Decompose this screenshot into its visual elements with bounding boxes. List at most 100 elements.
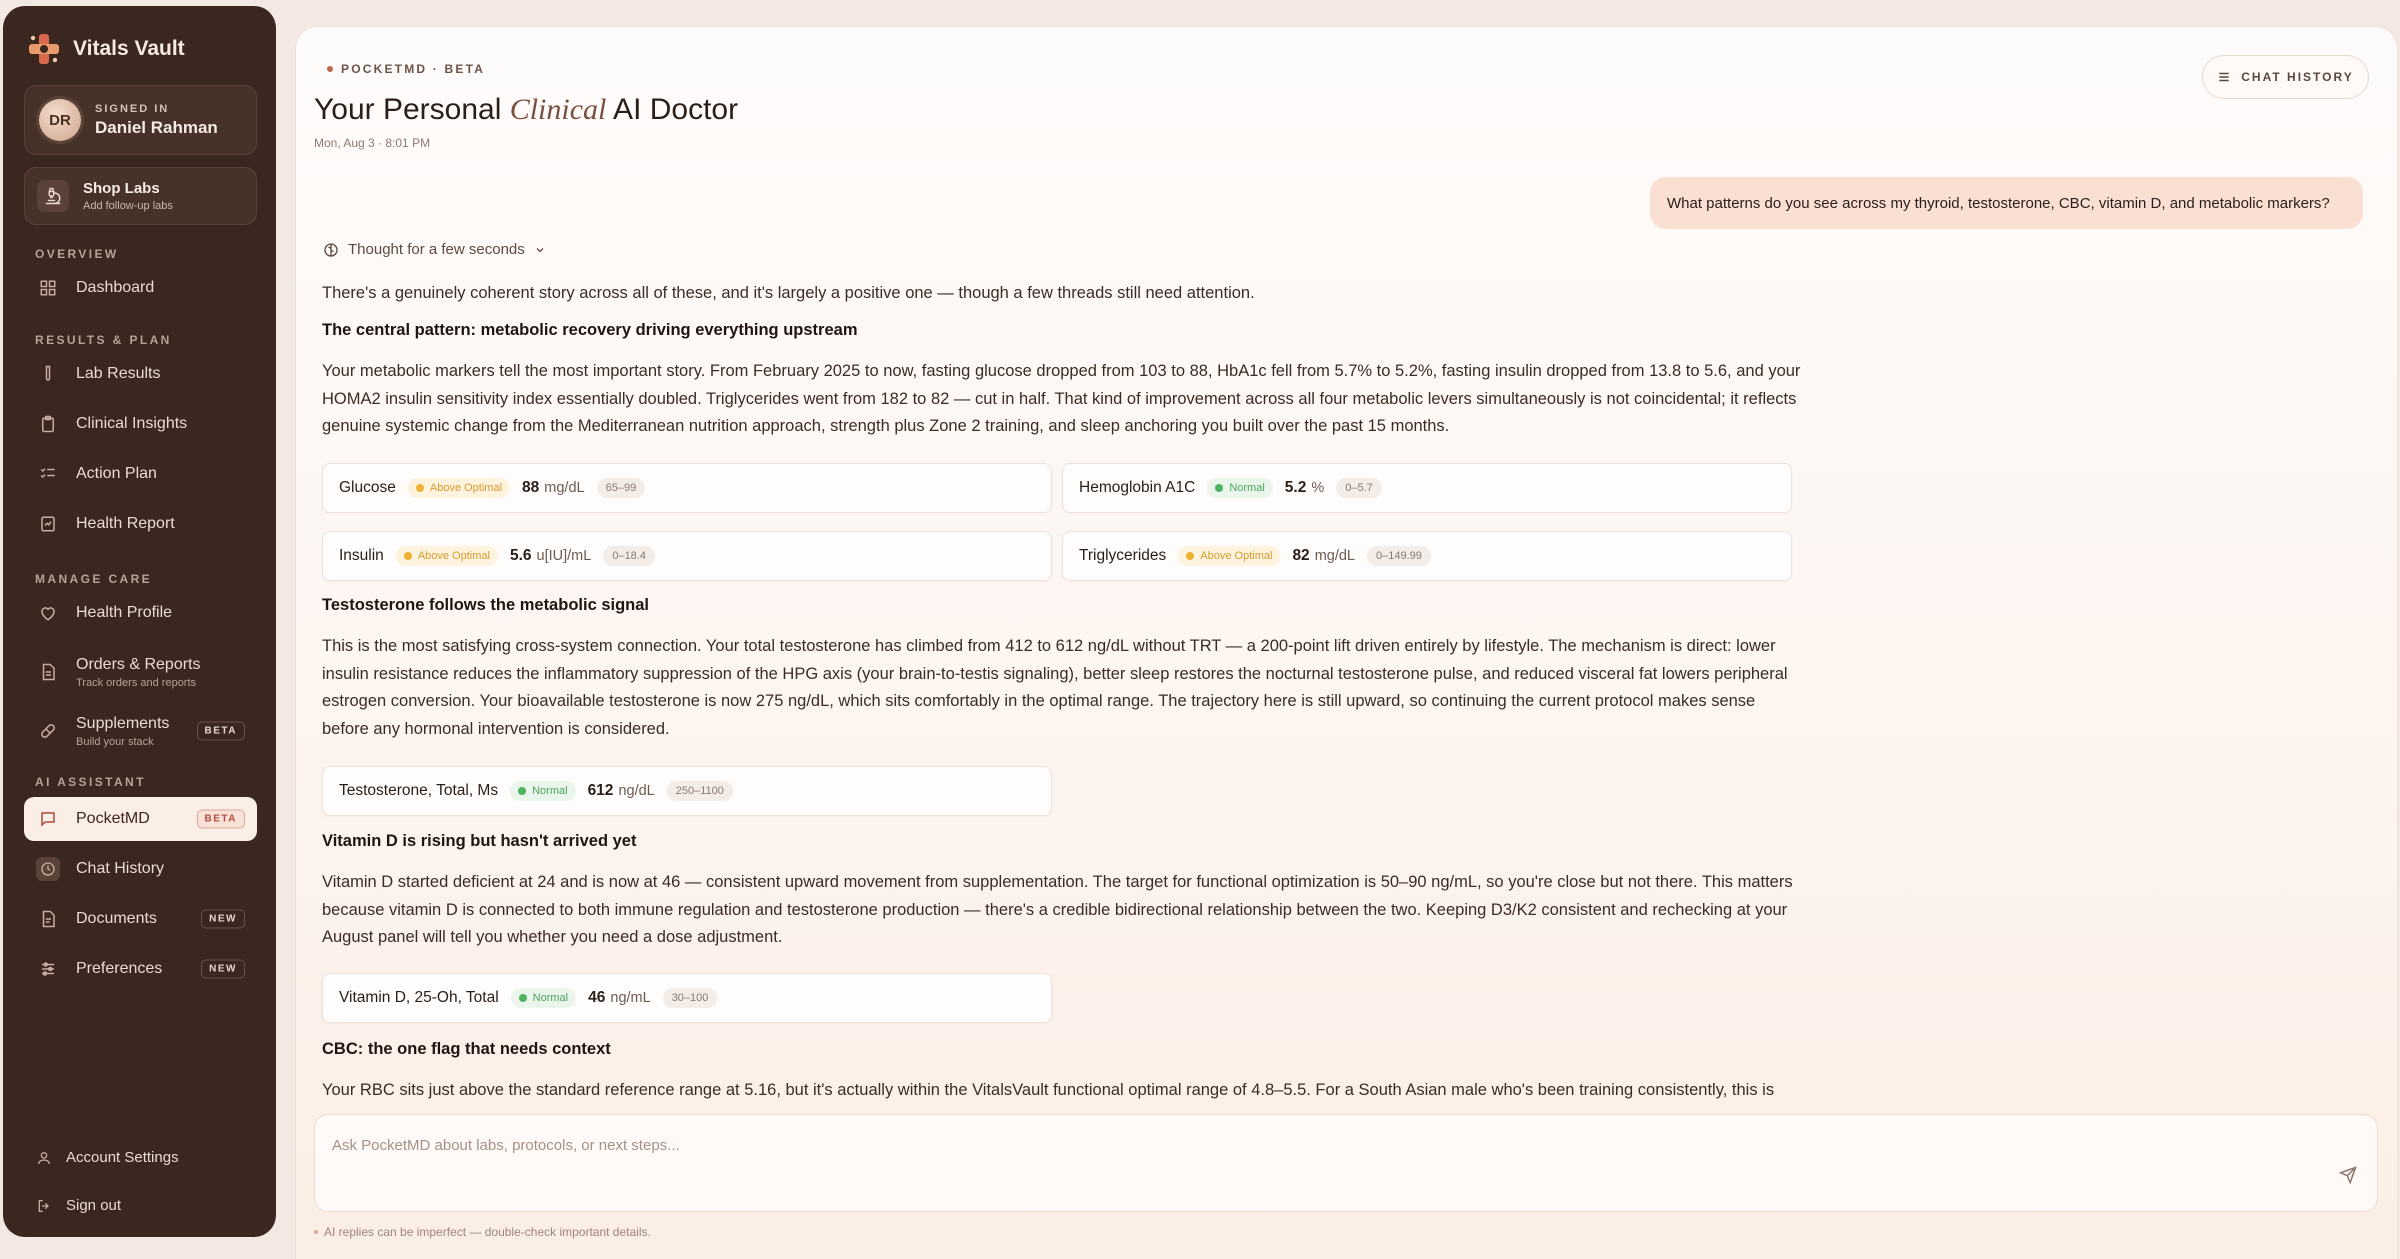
lab-range: 65–99 — [596, 478, 646, 498]
lab-unit: ng/mL — [610, 990, 651, 1006]
section-ai-assistant: AI ASSISTANT — [35, 775, 146, 789]
pill-icon — [36, 719, 60, 743]
chat-bubble-icon — [36, 807, 60, 831]
sidebar-item-label: Supplements — [76, 714, 170, 732]
lab-name: Testosterone, Total, Ms — [339, 782, 499, 799]
status-badge: Normal — [510, 781, 576, 801]
lab-range: 250–1100 — [666, 781, 733, 801]
kicker-dot — [327, 66, 333, 72]
sidebar-item-supplements[interactable]: Supplements Build your stack BETA — [24, 706, 257, 756]
lab-range: 0–5.7 — [1336, 478, 1382, 498]
status-dot — [403, 552, 412, 560]
answer-heading-1: The central pattern: metabolic recovery … — [322, 321, 858, 339]
disclaimer-text: AI replies can be imperfect — double-che… — [324, 1225, 651, 1239]
lab-card-insulin[interactable]: Insulin Above Optimal 5.6 u[IU]/mL 0–18.… — [322, 531, 1052, 581]
lab-name: Vitamin D, 25-Oh, Total — [339, 989, 499, 1006]
title-italic: Clinical — [509, 93, 607, 126]
answer-paragraph-3: Vitamin D started deficient at 24 and is… — [322, 873, 1793, 946]
lab-unit: mg/dL — [1314, 548, 1355, 564]
brand[interactable]: Vitals Vault — [27, 32, 185, 66]
sidebar-item-label: PocketMD — [76, 810, 150, 827]
sign-out-link[interactable]: Sign out — [36, 1197, 121, 1214]
answer-paragraph-4: Your RBC sits just above the standard re… — [322, 1081, 1775, 1099]
sidebar-item-orders-reports[interactable]: Orders & Reports Track orders and report… — [24, 647, 257, 697]
lab-card-vitamin-d[interactable]: Vitamin D, 25-Oh, Total Normal 46 ng/mL … — [322, 973, 1052, 1023]
menu-icon — [2219, 72, 2229, 82]
thought-label: Thought for a few seconds — [348, 241, 525, 258]
status-badge: Normal — [510, 988, 577, 1008]
lab-card-hemoglobin-a1c[interactable]: Hemoglobin A1C Normal 5.2 % 0–5.7 — [1062, 463, 1792, 513]
status-text: Above Optimal — [417, 550, 490, 562]
sidebar-item-label: Documents — [76, 910, 157, 927]
user-message: What patterns do you see across my thyro… — [1650, 177, 2363, 229]
sidebar-item-dashboard[interactable]: Dashboard — [24, 266, 257, 310]
heart-icon — [36, 601, 60, 625]
section-manage-care: MANAGE CARE — [35, 572, 153, 586]
status-text: Above Optimal — [429, 482, 503, 494]
document-icon — [36, 660, 60, 684]
lab-unit: mg/dL — [544, 480, 585, 496]
lab-card-glucose[interactable]: Glucose Above Optimal 88 mg/dL 65–99 — [322, 463, 1052, 513]
lab-card-triglycerides[interactable]: Triglycerides Above Optimal 82 mg/dL 0–1… — [1062, 531, 1792, 581]
status-badge: Above Optimal — [1178, 546, 1281, 566]
sidebar-item-chat-history[interactable]: Chat History — [24, 847, 257, 891]
history-icon — [36, 857, 60, 881]
vitals-vault-logo-icon — [27, 32, 61, 66]
sidebar-item-label: Clinical Insights — [76, 415, 188, 432]
sidebar-item-label: Health Profile — [76, 604, 173, 621]
shop-labs-button[interactable]: Shop Labs Add follow-up labs — [24, 167, 257, 225]
status-text: Above Optimal — [1200, 550, 1273, 562]
account-settings-link[interactable]: Account Settings — [36, 1149, 179, 1166]
sidebar-item-health-report[interactable]: Health Report — [24, 502, 257, 546]
status-text: Normal — [1229, 482, 1265, 494]
message-composer[interactable]: Ask PocketMD about labs, protocols, or n… — [314, 1114, 2378, 1212]
account-settings-label: Account Settings — [66, 1149, 179, 1166]
lab-value: 612 — [587, 782, 614, 799]
disclaimer: AI replies can be imperfect — double-che… — [314, 1225, 651, 1239]
send-button[interactable] — [2338, 1166, 2357, 1189]
status-text: Normal — [532, 992, 569, 1004]
chevron-down-icon — [536, 247, 544, 252]
lab-value: 5.6 — [509, 547, 532, 564]
sidebar-item-clinical-insights[interactable]: Clinical Insights — [24, 402, 257, 446]
sidebar-item-health-profile[interactable]: Health Profile — [24, 591, 257, 635]
sidebar-item-label: Dashboard — [76, 279, 155, 296]
sidebar-item-lab-results[interactable]: Lab Results — [24, 352, 257, 396]
brand-title: Vitals Vault — [73, 37, 185, 60]
answer-paragraph-1: Your metabolic markers tell the most imp… — [322, 362, 1801, 435]
lab-unit: ng/dL — [618, 783, 655, 799]
status-badge: Above Optimal — [395, 546, 498, 566]
lab-value: 5.2 — [1284, 479, 1307, 496]
new-badge: NEW — [201, 959, 245, 979]
answer-heading-2: Testosterone follows the metabolic signa… — [322, 596, 650, 614]
lab-range: 0–18.4 — [603, 546, 655, 566]
sidebar-item-pocketmd[interactable]: PocketMD BETA — [24, 797, 257, 841]
answer-heading-3: Vitamin D is rising but hasn't arrived y… — [322, 832, 637, 850]
user-card[interactable]: DR SIGNED IN Daniel Rahman — [24, 85, 257, 155]
answer-intro: There's a genuinely coherent story acros… — [322, 284, 1255, 302]
send-icon — [2338, 1166, 2357, 1185]
microscope-icon — [37, 180, 69, 212]
sidebar-item-preferences[interactable]: Preferences NEW — [24, 947, 257, 991]
main-panel: POCKETMD · BETA Your Personal Clinical A… — [296, 27, 2397, 1259]
section-results-plan: RESULTS & PLAN — [35, 333, 172, 347]
chat-history-button[interactable]: CHAT HISTORY — [2202, 55, 2369, 99]
sidebar-item-label: Action Plan — [76, 465, 157, 482]
answer-paragraph-2: This is the most satisfying cross-system… — [322, 637, 1788, 738]
sidebar-item-label: Lab Results — [76, 365, 161, 382]
sidebar-item-label: Preferences — [76, 960, 163, 977]
sidebar-item-documents[interactable]: Documents NEW — [24, 897, 257, 941]
page-title: Your Personal Clinical AI Doctor — [314, 93, 738, 127]
shop-labs-subtitle: Add follow-up labs — [83, 200, 173, 212]
lab-card-testosterone[interactable]: Testosterone, Total, Ms Normal 612 ng/dL… — [322, 766, 1052, 816]
sidebar-item-action-plan[interactable]: Action Plan — [24, 452, 257, 496]
title-post: AI Doctor — [606, 93, 739, 126]
report-icon — [36, 512, 60, 536]
thought-toggle[interactable]: Thought for a few seconds — [323, 241, 546, 258]
lab-name: Glucose — [339, 479, 396, 496]
sidebar-item-label: Chat History — [76, 860, 165, 877]
sidebar-item-label: Health Report — [76, 515, 175, 532]
sidebar-item-label: Orders & Reports — [76, 655, 201, 673]
list-check-icon — [36, 462, 60, 486]
answer-heading-4: CBC: the one flag that needs context — [322, 1040, 611, 1058]
